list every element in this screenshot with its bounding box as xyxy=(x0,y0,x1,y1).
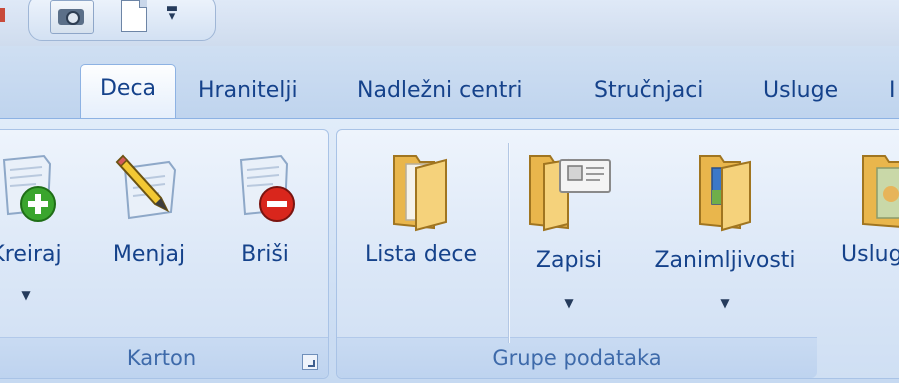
tab-truncated[interactable]: I xyxy=(889,73,896,109)
kreiraj-dropdown-icon[interactable]: ▼ xyxy=(0,288,81,302)
quick-access-toolbar: ▬ ▾ xyxy=(0,0,899,46)
ribbon-panel: Kreiraj ▼ Menjaj Briši Karton xyxy=(0,118,899,383)
kreiraj-button[interactable]: Kreiraj ▼ xyxy=(0,150,81,330)
group-grupe-podataka: Lista dece Zapisi ▼ Zanimljivosti ▼ Uslu… xyxy=(336,129,899,379)
zapisi-button[interactable]: Zapisi ▼ xyxy=(519,150,619,330)
camera-icon[interactable] xyxy=(50,0,94,34)
new-document-icon[interactable] xyxy=(121,0,147,32)
zanimljivosti-label: Zanimljivosti xyxy=(654,248,796,273)
document-add-icon xyxy=(2,154,56,222)
group-karton: Kreiraj ▼ Menjaj Briši Karton xyxy=(0,129,329,379)
customize-toolbar-dropdown-icon[interactable]: ▬ ▾ xyxy=(164,2,180,23)
menjaj-button[interactable]: Menjaj xyxy=(97,150,201,300)
tab-usluge[interactable]: Usluge xyxy=(763,73,838,109)
usluge-button[interactable]: Usluge xyxy=(833,150,899,300)
document-delete-icon xyxy=(239,154,295,222)
zapisi-dropdown-icon[interactable]: ▼ xyxy=(519,296,619,310)
usluge-label: Usluge xyxy=(841,242,899,267)
document-edit-icon xyxy=(115,154,177,220)
lista-dece-button[interactable]: Lista dece xyxy=(353,150,489,300)
zanimljivosti-button[interactable]: Zanimljivosti ▼ xyxy=(637,150,813,330)
app-button-edge[interactable] xyxy=(0,8,5,22)
folder-icon xyxy=(393,155,447,232)
tab-nadlezni-centri[interactable]: Nadležni centri xyxy=(357,73,523,109)
tab-strucnjaci[interactable]: Stručnjaci xyxy=(594,73,703,109)
brisi-button[interactable]: Briši xyxy=(221,150,309,300)
kreiraj-label: Kreiraj xyxy=(0,242,62,267)
folder-records-icon xyxy=(529,155,611,232)
folder-picture-icon xyxy=(699,155,751,232)
camera-lens xyxy=(66,11,80,25)
brisi-label: Briši xyxy=(241,242,289,267)
group-caption-karton: Karton xyxy=(0,337,328,378)
ribbon-tab-row: Deca Hranitelji Nadležni centri Stručnja… xyxy=(0,46,899,121)
folder-services-icon xyxy=(862,155,899,228)
dialog-launcher-icon[interactable] xyxy=(302,354,318,370)
group-caption-grupe-podataka: Grupe podataka xyxy=(337,337,817,378)
group-separator xyxy=(508,143,509,343)
menjaj-label: Menjaj xyxy=(112,242,186,267)
zapisi-label: Zapisi xyxy=(535,248,603,273)
tab-hranitelji[interactable]: Hranitelji xyxy=(198,73,298,109)
zanimljivosti-dropdown-icon[interactable]: ▼ xyxy=(637,296,813,310)
tab-deca[interactable]: Deca xyxy=(80,64,176,121)
lista-dece-label: Lista dece xyxy=(364,242,478,267)
